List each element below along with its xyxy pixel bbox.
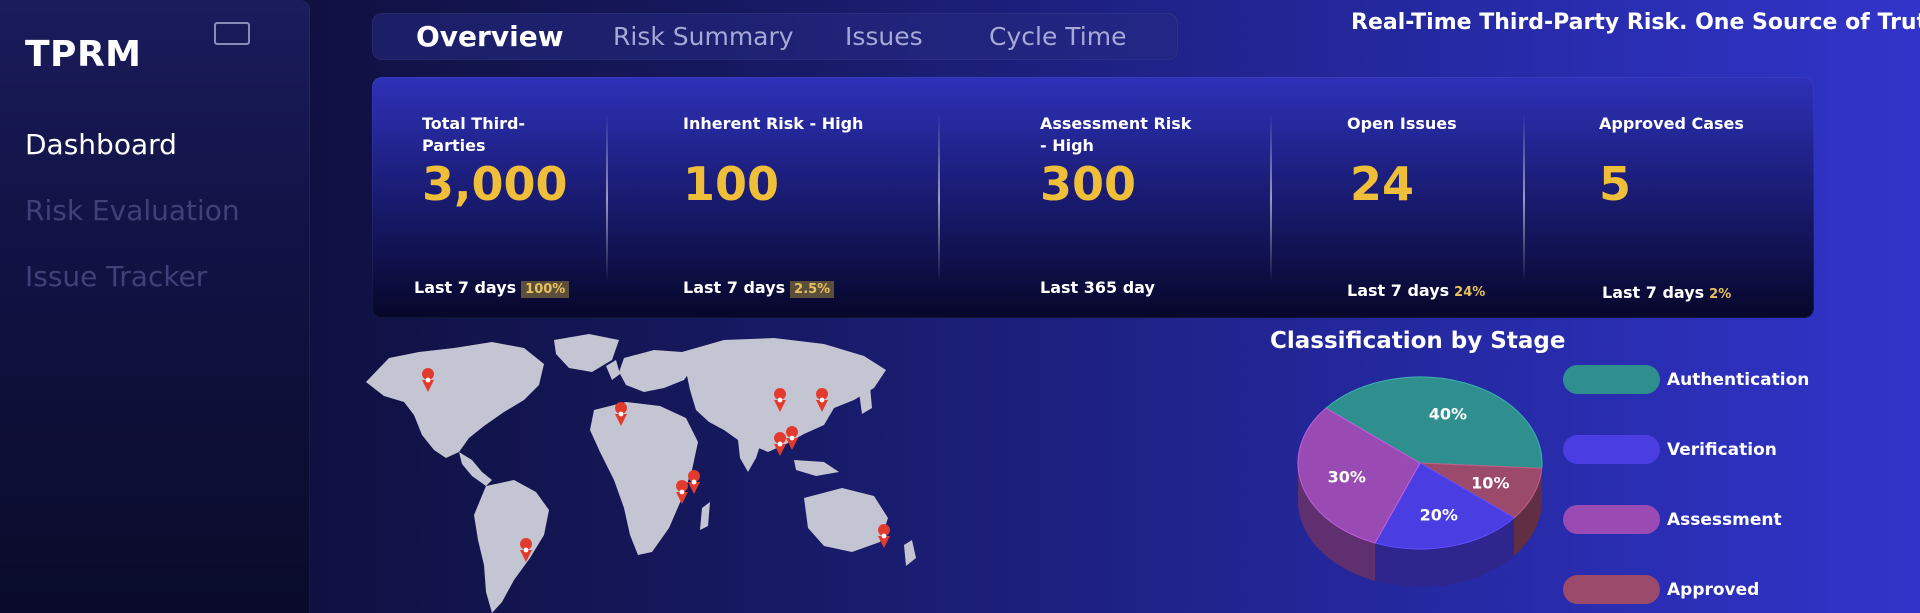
tab-cycle-time[interactable]: Cycle Time bbox=[989, 22, 1126, 51]
tab-risk-summary[interactable]: Risk Summary bbox=[613, 22, 794, 51]
divider bbox=[606, 113, 608, 283]
pie-label-authentication: 40% bbox=[1429, 404, 1467, 423]
kpi-label: Inherent Risk - High bbox=[683, 114, 864, 133]
stage-chart-title: Classification by Stage bbox=[1270, 328, 1566, 354]
kpi-footer: Last 7 days 24% bbox=[1347, 281, 1485, 300]
kpi-value: 300 bbox=[1040, 157, 1137, 211]
brand-title: TPRM bbox=[25, 34, 142, 75]
divider bbox=[1270, 113, 1272, 283]
divider bbox=[938, 113, 940, 283]
kpi-value: 5 bbox=[1599, 157, 1632, 211]
kpi-footer: Last 7 days 2.5% bbox=[683, 278, 835, 298]
legend-swatch bbox=[1563, 435, 1660, 464]
kpi-value: 24 bbox=[1350, 157, 1415, 211]
legend-label: Assessment bbox=[1667, 510, 1782, 530]
kpi-label: Approved Cases bbox=[1599, 114, 1744, 133]
map-land bbox=[366, 334, 916, 613]
kpi-open-issues[interactable]: Open Issues 24 Last 7 days 24% bbox=[1347, 113, 1547, 300]
map-pin-icon[interactable] bbox=[878, 524, 891, 548]
map-pin-icon[interactable] bbox=[774, 432, 787, 456]
legend-swatch bbox=[1563, 505, 1660, 534]
kpi-label: Open Issues bbox=[1347, 114, 1457, 133]
pie-label-verification: 20% bbox=[1420, 506, 1458, 525]
sidebar-item-issue-tracker[interactable]: Issue Tracker bbox=[25, 260, 240, 293]
tagline: Real-Time Third-Party Risk. One Source o… bbox=[1351, 10, 1920, 35]
kpi-total-third-parties[interactable]: Total Third-Parties 3,000 Last 7 days 100… bbox=[414, 113, 570, 298]
legend-label: Verification bbox=[1667, 440, 1777, 460]
stage-pie-chart: 40% 10% 20% 30% bbox=[1297, 376, 1543, 587]
kpi-change-badge: 100% bbox=[521, 281, 570, 298]
legend-swatch bbox=[1563, 575, 1660, 604]
kpi-footer: Last 7 days 2% bbox=[1602, 283, 1731, 302]
legend-label: Authentication bbox=[1667, 370, 1810, 390]
kpi-period: Last 7 days bbox=[1602, 283, 1705, 302]
world-map bbox=[366, 334, 916, 613]
kpi-footer: Last 7 days 100% bbox=[414, 278, 570, 298]
sidebar-item-dashboard[interactable]: Dashboard bbox=[25, 128, 240, 161]
tab-issues[interactable]: Issues bbox=[845, 22, 923, 51]
map-pin-icon[interactable] bbox=[786, 426, 799, 450]
kpi-period: Last 365 day bbox=[1040, 278, 1155, 297]
kpi-inherent-risk-high[interactable]: Inherent Risk - High 100 Last 7 days 2.5% bbox=[683, 113, 883, 298]
kpi-footer: Last 365 day bbox=[1040, 278, 1155, 297]
kpi-value: 100 bbox=[683, 157, 780, 211]
sidebar: TPRM Dashboard Risk Evaluation Issue Tra… bbox=[0, 0, 310, 613]
kpi-panel: Total Third-Parties 3,000 Last 7 days 100… bbox=[372, 77, 1814, 318]
kpi-assessment-risk-high[interactable]: Assessment Risk - High 300 Last 365 day bbox=[1040, 113, 1200, 297]
kpi-change-badge: 2% bbox=[1709, 287, 1732, 302]
kpi-label: Total Third-Parties bbox=[422, 114, 526, 155]
kpi-change-badge: 24% bbox=[1454, 285, 1486, 300]
tab-overview[interactable]: Overview bbox=[416, 20, 564, 53]
legend-label: Approved bbox=[1667, 580, 1760, 600]
sidebar-nav: Dashboard Risk Evaluation Issue Tracker bbox=[25, 128, 240, 326]
kpi-period: Last 7 days bbox=[683, 278, 786, 297]
kpi-change-badge: 2.5% bbox=[790, 281, 835, 298]
kpi-period: Last 7 days bbox=[414, 278, 517, 297]
pie-label-approved: 10% bbox=[1471, 474, 1509, 493]
map-pin-icon[interactable] bbox=[688, 470, 701, 494]
kpi-value: 3,000 bbox=[422, 157, 568, 211]
kpi-approved-cases[interactable]: Approved Cases 5 Last 7 days 2% bbox=[1599, 113, 1799, 302]
kpi-label: Assessment Risk - High bbox=[1040, 114, 1192, 155]
kpi-period: Last 7 days bbox=[1347, 281, 1450, 300]
legend-swatch bbox=[1563, 365, 1660, 394]
sidebar-item-risk-evaluation[interactable]: Risk Evaluation bbox=[25, 194, 240, 227]
tab-bar: Overview Risk Summary Issues Cycle Time bbox=[372, 13, 1178, 60]
pie-label-assessment: 30% bbox=[1328, 467, 1366, 486]
sidebar-toggle-icon[interactable] bbox=[214, 22, 250, 45]
divider bbox=[1523, 113, 1525, 283]
